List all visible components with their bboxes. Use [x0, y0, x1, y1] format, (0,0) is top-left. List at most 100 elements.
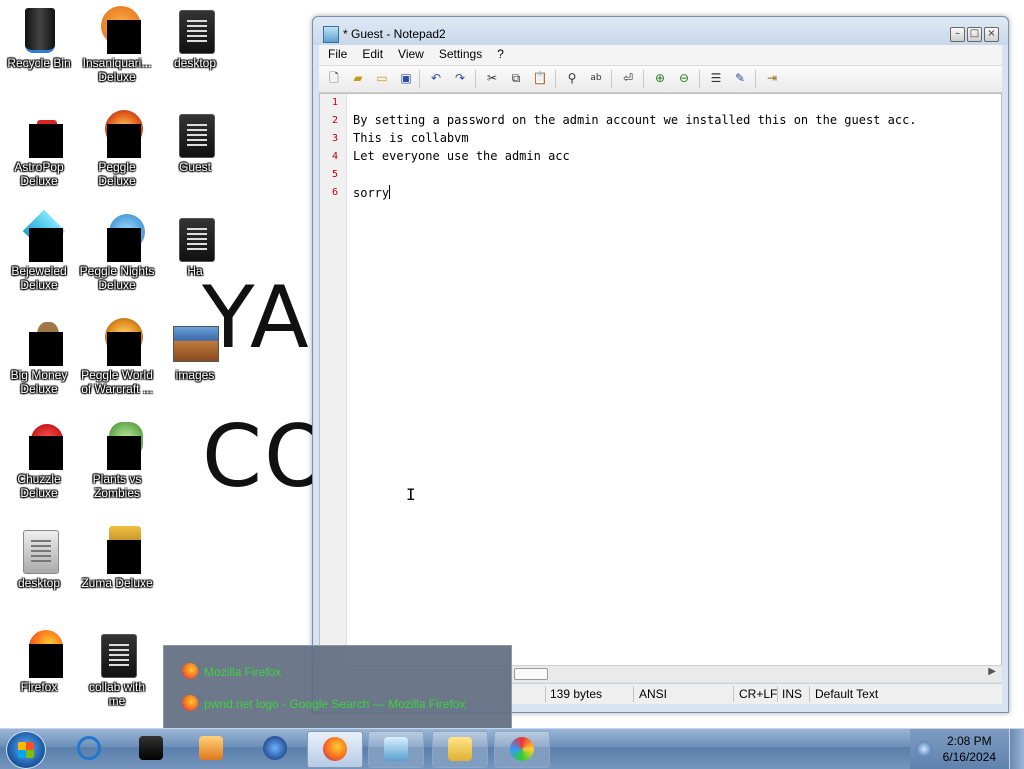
- status-line-ending[interactable]: CR+LF: [739, 687, 777, 701]
- menu-bar: File Edit View Settings?: [319, 45, 1002, 66]
- document-icon: [171, 214, 219, 262]
- redo-icon[interactable]: ↷: [451, 70, 469, 87]
- undo-icon[interactable]: ↶: [427, 70, 445, 87]
- line-number: 6: [331, 187, 338, 198]
- desktop-icon-firefox[interactable]: Firefox: [0, 630, 78, 694]
- status-insert-mode: INS: [782, 687, 803, 701]
- bejeweled-icon: [15, 209, 66, 262]
- zoom-out-icon[interactable]: ⊖: [675, 70, 693, 87]
- desktop-icon-label: Bejeweled Deluxe: [11, 264, 67, 292]
- desktop-icon-big-money[interactable]: Big Money Deluxe: [0, 318, 78, 396]
- popup-item-firefox-search[interactable]: pwnd.net logo - Google Search — Mozilla …: [182, 695, 465, 711]
- desktop-icon-label: Peggle Deluxe: [98, 160, 136, 188]
- scheme-icon[interactable]: ☰: [707, 70, 725, 87]
- scrollbar-thumb[interactable]: [514, 668, 548, 680]
- show-desktop-button[interactable]: [1009, 729, 1024, 769]
- menu-help[interactable]: ?: [488, 45, 510, 61]
- firefox-icon: [15, 630, 63, 678]
- desktop-icon-plants-vs-zombies[interactable]: Plants vs Zombies: [78, 422, 156, 500]
- customize-schemes-icon[interactable]: ✎: [731, 70, 749, 87]
- taskbar-paint[interactable]: [494, 731, 550, 768]
- taskbar-notepad2[interactable]: [368, 731, 424, 768]
- taskbar-media-player[interactable]: [184, 731, 238, 766]
- popup-item-firefox[interactable]: Mozilla Firefox: [182, 663, 281, 679]
- editor-line: Let everyone use the admin acc: [353, 149, 570, 163]
- desktop-icon-label: images: [175, 368, 215, 382]
- desktop-icon-label: Ha: [187, 264, 203, 278]
- line-number: 3: [331, 133, 338, 144]
- notepad-app-icon: [323, 26, 339, 43]
- network-icon[interactable]: [916, 741, 932, 757]
- scroll-right-arrow-icon[interactable]: ▶: [988, 666, 996, 677]
- desktop-icon-desktop-2[interactable]: desktop: [0, 526, 78, 590]
- editor-line: By setting a password on the admin accou…: [353, 113, 917, 127]
- folder-icon: [448, 737, 472, 761]
- desktop-icon-peggle-wow[interactable]: Peggle World of Warcraft ...: [78, 318, 156, 396]
- replace-icon[interactable]: ab: [587, 70, 605, 87]
- paste-icon[interactable]: 📋: [531, 70, 549, 87]
- desktop-icon-zuma[interactable]: Zuma Deluxe: [78, 526, 156, 590]
- desktop-icon-ha[interactable]: Ha: [156, 214, 234, 278]
- maximize-button[interactable]: □: [967, 27, 982, 42]
- peggle-icon: [93, 110, 143, 158]
- desktop-icon-label: Insaniquari... Deluxe: [82, 56, 152, 84]
- menu-settings[interactable]: Settings: [430, 45, 488, 61]
- text-editor[interactable]: 1 2 3 4 5 6 By setting a password on the…: [319, 93, 1002, 673]
- desktop-icon-label: AstroPop Deluxe: [14, 160, 64, 188]
- taskbar-firefox[interactable]: [307, 731, 363, 768]
- copy-icon[interactable]: ⧉: [507, 70, 525, 87]
- clock[interactable]: 2:08 PM 6/16/2024: [943, 733, 996, 765]
- exit-icon[interactable]: ⇥: [763, 70, 781, 87]
- taskbar-library[interactable]: [124, 731, 178, 766]
- desktop-icon-images[interactable]: images: [156, 318, 234, 382]
- desktop-icon-chuzzle[interactable]: Chuzzle Deluxe: [0, 422, 78, 500]
- desktop-icon-insaniquarium[interactable]: Insaniquari... Deluxe: [78, 6, 156, 84]
- editor-line-text: sorry: [353, 186, 390, 200]
- menu-view[interactable]: View: [389, 45, 430, 61]
- desktop-icon-guest[interactable]: Guest: [156, 110, 234, 174]
- status-encoding[interactable]: ANSI: [639, 687, 667, 701]
- taskbar: 2:08 PM 6/16/2024: [0, 728, 1024, 769]
- desktop-icon-bejeweled[interactable]: Bejeweled Deluxe: [0, 209, 78, 292]
- status-scheme[interactable]: Default Text: [815, 687, 878, 701]
- toolbar-separator: [611, 70, 612, 88]
- browse-icon[interactable]: ▭: [373, 70, 391, 87]
- desktop-icon-recycle-bin[interactable]: Recycle Bin: [0, 6, 78, 70]
- taskbar-internet-explorer[interactable]: [62, 731, 116, 766]
- close-button[interactable]: ×: [984, 27, 999, 42]
- menu-edit[interactable]: Edit: [353, 45, 389, 61]
- zuma-icon: [93, 526, 141, 574]
- big-money-icon: [15, 318, 63, 366]
- new-file-icon[interactable]: 🗋: [325, 70, 343, 87]
- desktop-icon-peggle-nights[interactable]: Peggle Nights Deluxe: [78, 214, 156, 292]
- find-icon[interactable]: ⚲: [563, 70, 581, 87]
- toolbar-separator: [419, 70, 420, 88]
- taskbar-explorer[interactable]: [432, 731, 488, 768]
- status-divider: [545, 686, 546, 702]
- desktop-icon-collab-with-me[interactable]: collab with me: [78, 630, 156, 708]
- word-wrap-icon[interactable]: ⏎: [619, 70, 637, 87]
- menu-file[interactable]: File: [319, 45, 353, 61]
- taskbar-globe[interactable]: [248, 731, 302, 766]
- desktop-icon-astropop[interactable]: AstroPop Deluxe: [0, 110, 78, 188]
- chuzzle-icon: [15, 422, 63, 470]
- title-bar[interactable]: * Guest - Notepad2 – □ ×: [313, 17, 1008, 45]
- notepad-icon: [384, 737, 408, 761]
- minimize-button[interactable]: –: [950, 27, 965, 42]
- toolbar-separator: [475, 70, 476, 88]
- toolbar-separator: [643, 70, 644, 88]
- desktop-icon-label: Plants vs Zombies: [92, 472, 142, 500]
- open-folder-icon[interactable]: ▰: [349, 70, 367, 87]
- zoom-in-icon[interactable]: ⊕: [651, 70, 669, 87]
- desktop-icon-peggle-deluxe[interactable]: Peggle Deluxe: [78, 110, 156, 188]
- peggle-wow-icon: [93, 318, 143, 366]
- start-button[interactable]: [6, 731, 46, 769]
- line-number: 4: [331, 151, 338, 162]
- insaniquarium-icon: [93, 6, 141, 54]
- cut-icon[interactable]: ✂: [483, 70, 501, 87]
- desktop-icon-label: Big Money Deluxe: [10, 368, 68, 396]
- windows-logo-icon: [18, 742, 34, 758]
- desktop-icon-label: desktop: [17, 576, 61, 590]
- desktop-icon-desktop[interactable]: desktop: [156, 6, 234, 70]
- save-icon[interactable]: ▣: [397, 70, 415, 87]
